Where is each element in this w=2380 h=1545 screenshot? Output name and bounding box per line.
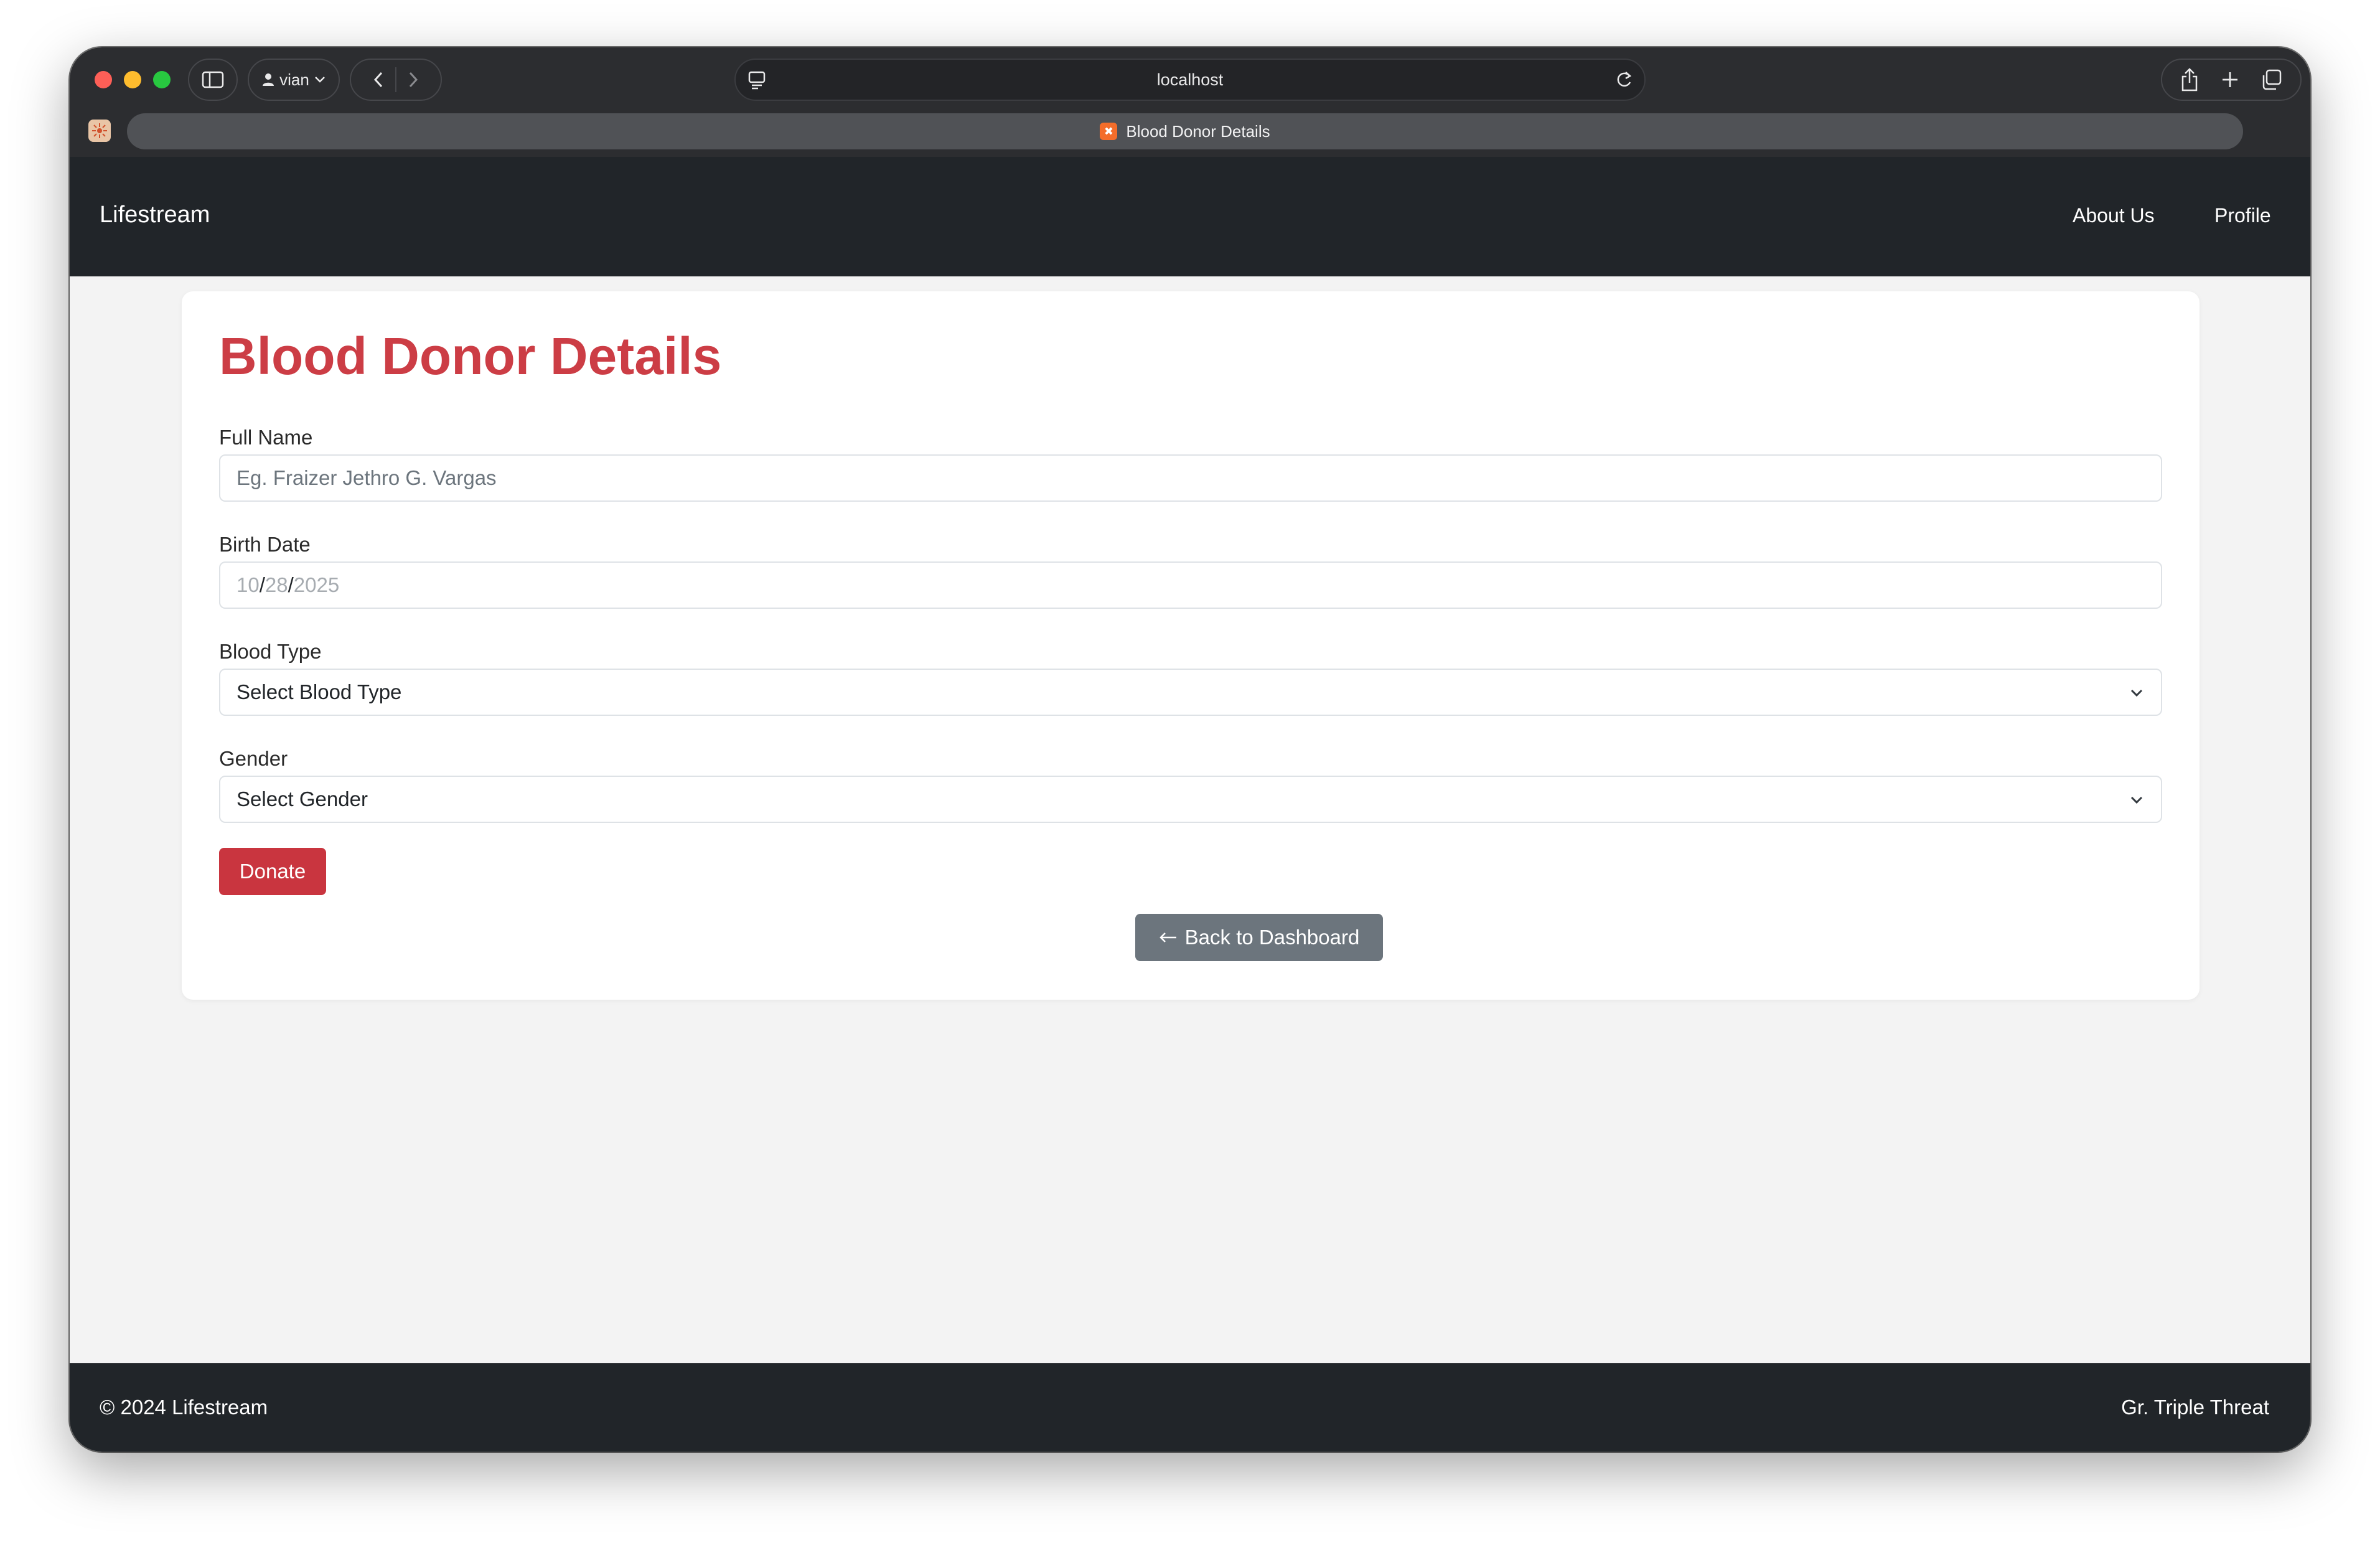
browser-window: vian localhost ✖ Blood Donor Details Lif…	[70, 47, 2310, 1452]
gender-select[interactable]: Select Gender	[219, 776, 2162, 823]
blood-type-value: Select Blood Type	[237, 680, 402, 703]
back-button-label: Back to Dashboard	[1184, 926, 1360, 949]
nav-about-us[interactable]: About Us	[2073, 204, 2155, 227]
back-to-dashboard-button[interactable]: Back to Dashboard	[1135, 914, 1383, 961]
gender-label: Gender	[219, 747, 288, 770]
chevron-down-icon	[2130, 796, 2143, 804]
footer-copyright: © 2024 Lifestream	[100, 1396, 268, 1419]
profile-name: vian	[279, 70, 309, 89]
navbar: Lifestream About Us Profile	[70, 157, 2310, 276]
history-navigation	[350, 59, 442, 101]
back-icon[interactable]	[373, 71, 384, 88]
divider	[395, 67, 396, 92]
page-settings-icon[interactable]	[748, 71, 766, 90]
date-separator: /	[259, 573, 265, 596]
close-window-button[interactable]	[95, 71, 112, 88]
full-name-label: Full Name	[219, 426, 313, 449]
forward-icon[interactable]	[408, 71, 419, 88]
sunburst-icon	[92, 123, 107, 138]
browser-toolbar: vian localhost ✖ Blood Donor Details	[70, 47, 2310, 157]
chevron-down-icon	[2130, 689, 2143, 697]
nav-profile[interactable]: Profile	[2214, 204, 2271, 227]
footer-credit: Gr. Triple Threat	[2121, 1396, 2269, 1419]
gender-value: Select Gender	[237, 787, 368, 810]
birth-date-label: Birth Date	[219, 533, 311, 556]
sidebar-icon	[202, 71, 224, 88]
toolbar-actions	[2161, 59, 2302, 101]
pinned-tab-favicon[interactable]	[88, 120, 111, 142]
donor-form-card: Blood Donor Details Full Name Eg. Fraize…	[182, 291, 2200, 1000]
person-icon	[263, 73, 274, 86]
reload-icon[interactable]	[1614, 70, 1633, 90]
blood-type-label: Blood Type	[219, 640, 322, 663]
birth-date-input[interactable]: 10/28/2025	[219, 561, 2162, 609]
page-title: Blood Donor Details	[219, 327, 722, 385]
profile-switcher[interactable]: vian	[248, 59, 340, 101]
date-separator: /	[288, 573, 294, 596]
active-tab[interactable]: ✖ Blood Donor Details	[127, 113, 2243, 149]
tab-title: Blood Donor Details	[1126, 121, 1270, 141]
blood-type-select[interactable]: Select Blood Type	[219, 669, 2162, 716]
zoom-window-button[interactable]	[153, 71, 171, 88]
full-name-placeholder: Eg. Fraizer Jethro G. Vargas	[237, 466, 497, 489]
birth-year[interactable]: 2025	[294, 573, 339, 597]
footer: © 2024 Lifestream Gr. Triple Threat	[70, 1363, 2310, 1452]
xampp-icon: ✖	[1100, 123, 1118, 140]
minimize-window-button[interactable]	[124, 71, 141, 88]
chevron-down-icon	[314, 77, 325, 83]
plus-icon[interactable]	[2221, 70, 2239, 89]
brand-link[interactable]: Lifestream	[100, 202, 210, 228]
share-icon[interactable]	[2180, 68, 2199, 92]
donate-button[interactable]: Donate	[219, 848, 326, 895]
sidebar-toggle-button[interactable]	[188, 59, 238, 101]
tabs-overview-icon[interactable]	[2261, 69, 2282, 90]
arrow-left-icon	[1159, 932, 1176, 942]
address-text: localhost	[1156, 70, 1224, 89]
address-bar[interactable]: localhost	[734, 59, 1646, 101]
birth-month[interactable]: 10	[237, 573, 260, 597]
birth-day[interactable]: 28	[265, 573, 288, 597]
full-name-input[interactable]: Eg. Fraizer Jethro G. Vargas	[219, 454, 2162, 502]
